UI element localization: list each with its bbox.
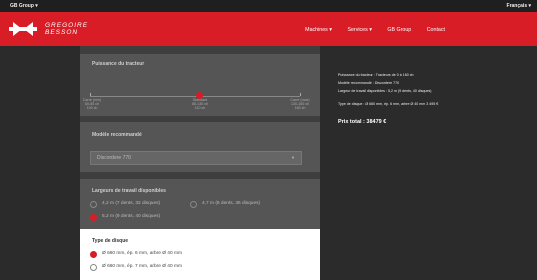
widths-title: Largeurs de travail disponibles bbox=[92, 188, 166, 194]
disc-option-1[interactable]: Ø 660 mm, ép. 6 mm, arbre Ø 40 mm bbox=[102, 251, 182, 256]
configurator: Puissance du tracteur Carré (min) 60-85 … bbox=[0, 46, 537, 280]
discs-title: Type de disque bbox=[92, 238, 129, 244]
brand-line-1: GREGOIRE bbox=[45, 22, 89, 29]
brand-line-2: BESSON bbox=[45, 29, 79, 36]
tick-label-min: Carré (min) 60-85 ch 100 ch bbox=[80, 98, 104, 111]
width-option-1[interactable]: 4,2 m (7 dents, 32 disques) bbox=[102, 201, 160, 206]
width-option-2[interactable]: 4,7 m (8 dents, 36 disques) bbox=[202, 201, 260, 206]
model-section: Modèle recommandé Discordere 770 ▼ bbox=[80, 122, 320, 172]
tick-max-value: 160 ch bbox=[294, 106, 306, 111]
total-price: Prix total : 38479 € bbox=[338, 119, 387, 125]
tick-min bbox=[90, 93, 91, 96]
widths-section: Largeurs de travail disponibles 4,2 m (7… bbox=[80, 179, 320, 229]
model-select[interactable]: Discordere 770 ▼ bbox=[90, 151, 302, 165]
summary-item: Largeur de travail disponibles : 5,2 m (… bbox=[338, 89, 432, 93]
disc-radio-1[interactable] bbox=[90, 251, 97, 258]
header: GREGOIRE BESSON Machines ▾ Services ▾ GB… bbox=[0, 12, 537, 46]
nav-gb-group[interactable]: GB Group bbox=[387, 27, 411, 33]
tick-max bbox=[300, 93, 301, 96]
discs-section: Type de disque Ø 660 mm, ép. 6 mm, arbre… bbox=[80, 229, 320, 280]
language-menu[interactable]: Français ▾ bbox=[507, 3, 531, 9]
group-menu[interactable]: GB Group ▾ bbox=[10, 3, 38, 9]
nav-machines[interactable]: Machines ▾ bbox=[305, 27, 332, 33]
summary-item: Puissance du tracteur : Tracteurs de 0 à… bbox=[338, 73, 414, 77]
config-panel: Puissance du tracteur Carré (min) 60-85 … bbox=[80, 46, 320, 280]
brand-name: GREGOIRE BESSON bbox=[45, 22, 88, 36]
model-title: Modèle recommandé bbox=[92, 132, 142, 138]
summary-item: Type de disque : Ø 660 mm, ép. 6 mm, arb… bbox=[338, 102, 439, 106]
main-nav: Machines ▾ Services ▾ GB Group Contact bbox=[291, 27, 445, 33]
nav-contact[interactable]: Contact bbox=[427, 27, 445, 33]
summary-panel: Puissance du tracteur : Tracteurs de 0 à… bbox=[332, 46, 537, 280]
nav-services[interactable]: Services ▾ bbox=[347, 27, 371, 33]
power-title: Puissance du tracteur bbox=[92, 61, 145, 67]
top-bar: GB Group ▾ Français ▾ bbox=[0, 0, 537, 12]
disc-option-2[interactable]: Ø 660 mm, ép. 7 mm, arbre Ø 40 mm bbox=[102, 264, 182, 269]
tick-mid-value: 110 ch bbox=[194, 106, 206, 111]
summary-item: Modèle recommandé : Discordere 770 bbox=[338, 81, 400, 85]
model-select-value: Discordere 770 bbox=[97, 155, 131, 161]
power-slider-track[interactable] bbox=[90, 96, 300, 97]
power-section: Puissance du tracteur Carré (min) 60-85 … bbox=[80, 54, 320, 116]
tick-label-mid: Standard 85-130 ch 110 ch bbox=[186, 98, 214, 111]
width-radio-2[interactable] bbox=[190, 201, 197, 208]
tick-label-max: Carré (max) 130-160 ch 160 ch bbox=[286, 98, 314, 111]
width-radio-1[interactable] bbox=[90, 201, 97, 208]
width-option-3[interactable]: 5,2 m (9 dents, 40 disques) bbox=[102, 214, 160, 219]
chevron-down-icon: ▼ bbox=[291, 155, 295, 160]
width-radio-3[interactable] bbox=[90, 214, 97, 221]
brand-logo-icon[interactable] bbox=[9, 22, 37, 36]
disc-radio-2[interactable] bbox=[90, 264, 97, 271]
tick-min-value: 100 ch bbox=[86, 106, 98, 111]
